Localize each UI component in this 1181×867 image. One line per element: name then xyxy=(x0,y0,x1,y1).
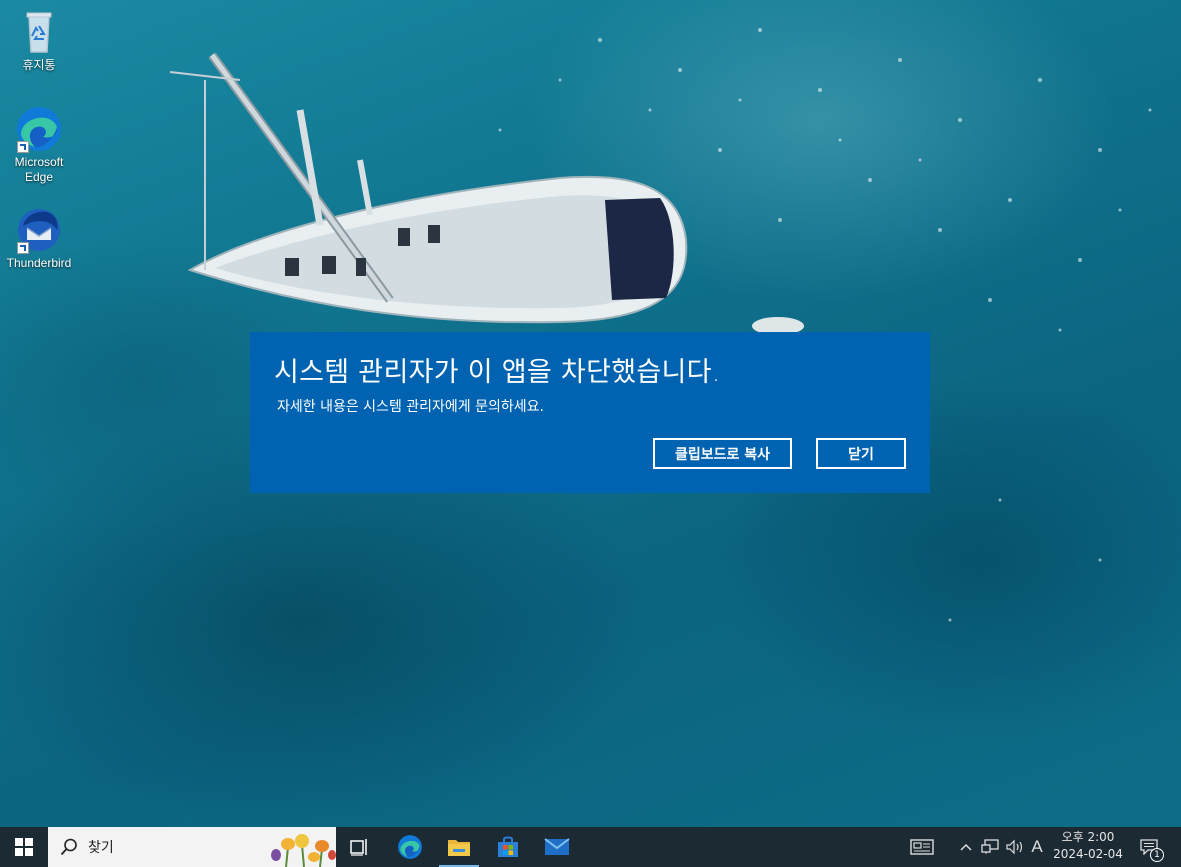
news-widget-button[interactable] xyxy=(906,827,938,867)
dialog-title: 시스템 관리자가 이 앱을 차단했습니다. xyxy=(274,357,721,388)
search-box[interactable]: 찾기 xyxy=(48,827,336,867)
desktop-icon-recycle-bin[interactable]: 휴지통 xyxy=(3,8,75,73)
windows-logo-icon xyxy=(15,838,33,856)
speaker-icon xyxy=(1006,839,1023,855)
task-view-button[interactable] xyxy=(336,827,384,867)
shortcut-arrow-icon xyxy=(17,242,29,254)
dialog-message: 자세한 내용은 시스템 관리자에게 문의하세요. xyxy=(277,399,544,415)
desktop-icon-thunderbird[interactable]: Thunderbird xyxy=(3,206,75,271)
mail-icon xyxy=(544,838,570,855)
network-button[interactable] xyxy=(978,827,1002,867)
clock[interactable]: 오후 2:00 2024-02-04 xyxy=(1048,829,1128,863)
recycle-bin-icon xyxy=(15,8,63,56)
taskbar-mail-button[interactable] xyxy=(533,827,581,867)
search-placeholder: 찾기 xyxy=(88,840,114,856)
edge-icon xyxy=(15,105,63,153)
search-icon xyxy=(60,838,77,856)
taskbar-microsoft-store-button[interactable] xyxy=(484,827,532,867)
task-view-icon xyxy=(350,839,367,856)
edge-icon xyxy=(398,835,422,859)
clock-date: 2024-02-04 xyxy=(1053,847,1123,861)
volume-button[interactable] xyxy=(1003,827,1027,867)
input-method-indicator[interactable]: A xyxy=(1027,827,1047,867)
start-button[interactable] xyxy=(0,827,48,867)
copy-to-clipboard-button[interactable]: 클립보드로 복사 xyxy=(653,438,792,469)
search-highlight-flowers-icon xyxy=(256,827,336,867)
show-hidden-icons-button[interactable] xyxy=(955,827,977,867)
news-icon xyxy=(910,839,934,855)
file-explorer-icon xyxy=(448,840,470,856)
desktop-icon-label: Thunderbird xyxy=(6,256,72,270)
taskbar-edge-button[interactable] xyxy=(386,827,434,867)
desktop-icon-microsoft-edge[interactable]: Microsoft Edge xyxy=(3,105,75,185)
clock-time: 오후 2:00 xyxy=(1061,830,1115,844)
thunderbird-icon xyxy=(15,206,63,254)
notification-count-badge: 1 xyxy=(1150,848,1164,862)
microsoft-store-icon xyxy=(498,836,518,857)
close-button[interactable]: 닫기 xyxy=(816,438,906,469)
network-icon xyxy=(981,839,999,854)
app-blocked-dialog: 시스템 관리자가 이 앱을 차단했습니다. 자세한 내용은 시스템 관리자에게 … xyxy=(250,332,930,493)
desktop-icon-label: 휴지통 xyxy=(22,58,56,72)
chevron-up-icon xyxy=(960,843,972,851)
taskbar: 찾기 A 오후 2:00 2024-02-04 1 xyxy=(0,827,1181,867)
desktop-icon-label: Microsoft Edge xyxy=(14,155,64,184)
taskbar-file-explorer-button[interactable] xyxy=(435,827,483,867)
shortcut-arrow-icon xyxy=(17,141,29,153)
